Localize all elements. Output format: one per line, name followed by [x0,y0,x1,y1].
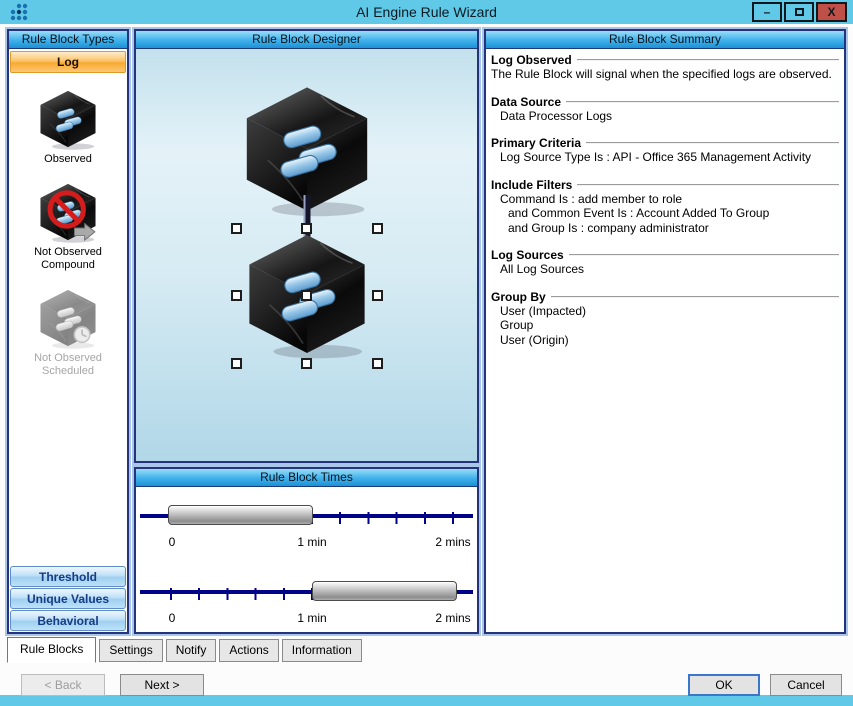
section-title: Primary Criteria [491,136,581,150]
tab-information[interactable]: Information [282,639,362,662]
selection-handle[interactable] [301,290,312,301]
rule-block-designer-header: Rule Block Designer [136,31,477,49]
summary-section-primary-criteria: Primary Criteria Log Source Type Is : AP… [491,136,839,165]
back-button[interactable]: < Back [21,674,105,696]
rule-block-summary-panel: Rule Block Summary Log Observed The Rule… [484,29,846,634]
type-item-not-observed-compound[interactable]: Not Observed Compound [16,180,120,272]
not-observed-scheduled-icon [36,286,100,350]
rule-block-types-panel: Rule Block Types Log Observed Not Observ… [7,29,129,634]
tab-actions[interactable]: Actions [219,639,278,662]
designer-canvas[interactable] [136,49,477,461]
cancel-button[interactable]: Cancel [770,674,842,696]
section-title: Data Source [491,95,561,109]
time-range-bar-1[interactable] [168,505,313,525]
summary-section-log-observed: Log Observed The Rule Block will signal … [491,53,839,82]
selection-handle[interactable] [372,290,383,301]
section-line: Log Source Type Is : API - Office 365 Ma… [491,150,839,165]
section-line: Data Processor Logs [491,109,839,124]
selection-handle[interactable] [301,223,312,234]
titlebar: AI Engine Rule Wizard – X [0,0,853,24]
maximize-icon [795,8,804,16]
type-item-not-observed-scheduled: Not Observed Scheduled [16,286,120,378]
selection-handle[interactable] [372,358,383,369]
wizard-content: Rule Block Types Log Observed Not Observ… [0,24,853,695]
selection-handle[interactable] [231,358,242,369]
summary-section-log-sources: Log Sources All Log Sources [491,248,839,277]
selection-handle[interactable] [372,223,383,234]
ok-button[interactable]: OK [688,674,760,696]
section-line: and Group Is : company administrator [491,221,839,236]
tab-settings[interactable]: Settings [99,639,162,662]
times-body: 0 1 min 2 mins 0 1 min 2 mins [136,487,477,632]
minimize-button[interactable]: – [752,2,782,22]
selection-handle[interactable] [231,223,242,234]
threshold-button[interactable]: Threshold [10,566,126,587]
section-line: and Common Event Is : Account Added To G… [491,206,839,221]
section-title: Log Observed [491,53,572,67]
section-title: Include Filters [491,178,572,192]
section-line: The Rule Block will signal when the spec… [491,67,839,82]
tab-rule-blocks[interactable]: Rule Blocks [7,637,96,663]
summary-section-group-by: Group By User (Impacted) Group User (Ori… [491,290,839,348]
not-observed-compound-icon [36,180,100,244]
section-divider [569,254,839,256]
section-title: Group By [491,290,546,304]
observed-cube-icon [36,87,100,151]
ai-engine-rule-wizard-window: AI Engine Rule Wizard – X Rule Block Typ… [0,0,853,706]
unique-values-button[interactable]: Unique Values [10,588,126,609]
section-line: Command Is : add member to role [491,192,839,207]
summary-section-data-source: Data Source Data Processor Logs [491,95,839,124]
type-item-label: Not Observed Compound [16,246,120,272]
tick-label: 1 min [297,611,326,625]
rule-block-times-panel: Rule Block Times 0 1 min 2 mins [134,467,479,634]
tick-label: 2 mins [435,535,470,549]
tick-label: 1 min [297,535,326,549]
section-title: Log Sources [491,248,564,262]
rule-block-designer-panel: Rule Block Designer [134,29,479,463]
rule-block-types-header: Rule Block Types [9,31,127,49]
summary-body: Log Observed The Rule Block will signal … [486,49,844,632]
selected-log-block[interactable] [233,225,381,367]
section-line: Group [491,318,839,333]
category-buttons: Threshold Unique Values Behavioral [9,565,127,632]
time-range-bar-2[interactable] [312,581,457,601]
section-divider [577,184,839,186]
selection-handle[interactable] [301,358,312,369]
time-slider-1: 0 1 min 2 mins [138,497,475,559]
log-type-button[interactable]: Log [10,51,126,73]
type-item-label: Not Observed Scheduled [16,352,120,378]
minimize-icon: – [764,5,771,19]
next-button[interactable]: Next > [120,674,204,696]
designer-column: Rule Block Designer [134,29,479,634]
rule-block-summary-header: Rule Block Summary [486,31,844,49]
wizard-tabs: Rule Blocks Settings Notify Actions Info… [7,636,846,662]
type-item-observed[interactable]: Observed [16,87,120,166]
section-divider [586,142,839,144]
close-icon: X [827,5,835,19]
rule-block-times-header: Rule Block Times [136,469,477,487]
time-slider-2: 0 1 min 2 mins [138,573,475,635]
section-line: All Log Sources [491,262,839,277]
section-line: User (Impacted) [491,304,839,319]
tick-label: 2 mins [435,611,470,625]
section-divider [577,59,839,61]
button-row: < Back Next > OK Cancel [7,674,846,696]
tab-notify[interactable]: Notify [166,639,217,662]
type-item-label: Observed [16,153,120,166]
maximize-button[interactable] [784,2,814,22]
selection-handle[interactable] [231,290,242,301]
window-title: AI Engine Rule Wizard [0,4,853,20]
rule-block-type-list: Observed Not Observed Compound Not Obser… [9,75,127,565]
summary-section-include-filters: Include Filters Command Is : add member … [491,178,839,236]
behavioral-button[interactable]: Behavioral [10,610,126,631]
tick-label: 0 [169,535,176,549]
tick-label: 0 [169,611,176,625]
section-divider [566,101,839,103]
section-divider [551,296,839,298]
section-line: User (Origin) [491,333,839,348]
close-button[interactable]: X [816,2,847,22]
